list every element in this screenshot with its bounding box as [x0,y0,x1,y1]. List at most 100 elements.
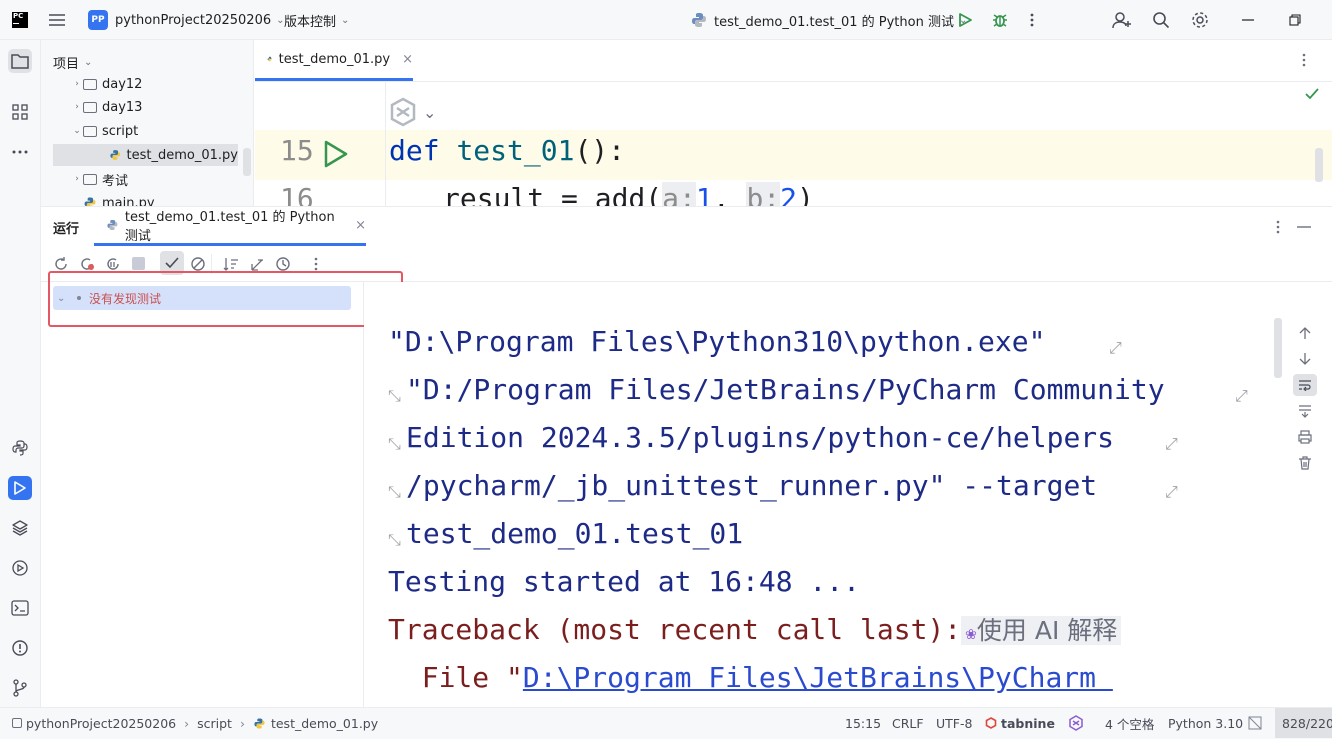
tree-item-main-py[interactable]: main.py [71,192,253,206]
file-link[interactable]: D:\Program Files\JetBrains\PyCharm [523,661,1113,694]
memory-indicator[interactable]: 828/2200 [1275,708,1332,738]
breadcrumb-item[interactable]: pythonProject20250206 [26,716,176,731]
ai-explain-button[interactable]: ❀使用 AI 解释 [961,616,1122,645]
highlight-box [48,271,403,327]
lock-icon[interactable] [1248,708,1262,738]
toggle-auto-test-icon[interactable] [105,256,121,272]
vcs-menu[interactable]: 版本控制 ⌄ [284,0,349,40]
minimize-panel-icon[interactable] [1297,226,1311,228]
project-folder-icon[interactable] [8,49,32,73]
rerun-icon[interactable] [53,256,69,272]
problems-icon[interactable] [8,636,32,660]
debug-button[interactable] [991,0,1009,40]
python-test-icon [692,13,706,27]
console-scrollbar[interactable] [1274,318,1282,378]
line-ending[interactable]: CRLF [892,708,924,738]
run-panel-header: 运行 test_demo_01.test_01 的 Python 测试 × [41,206,1332,246]
chevron-down-icon: ⌄ [84,57,93,68]
cursor-position[interactable]: 15:15 [845,708,881,738]
sort-alphabetically-icon[interactable] [223,256,239,272]
soft-wrap-icon: ⤡ [388,386,401,405]
trash-icon[interactable] [1298,456,1312,470]
run-gutter-icon[interactable] [323,140,349,168]
structure-icon[interactable] [8,100,32,124]
toolbar-more-icon[interactable] [313,256,319,272]
status-bar: pythonProject20250206 › script › test_de… [0,707,1332,739]
pycharm-logo-icon[interactable]: PC [12,0,28,40]
arrow-down-icon[interactable] [1298,352,1312,366]
python-file-icon [267,56,273,62]
project-panel-title[interactable]: 项目 ⌄ [53,53,92,72]
title-bar: PC PP pythonProject20250206 ⌄ 版本控制 ⌄ tes… [0,0,1332,40]
run-more-icon[interactable] [1275,219,1281,235]
editor-tab-bar: test_demo_01.py × [255,40,1332,82]
editor-more-icon[interactable] [1301,52,1307,68]
services-icon[interactable] [8,556,32,580]
stop-icon[interactable] [132,257,145,270]
code-line-15: def test_01(): [389,134,625,167]
tree-item-label: 考试 [102,173,129,189]
chevron-right-icon: › [75,102,79,112]
run-config-selector[interactable]: test_demo_01.test_01 的 Python 测试 ⌄ [690,0,967,40]
show-ignored-icon[interactable] [190,256,206,272]
console-line: File "D:\Program Files\JetBrains\PyCharm [388,661,1113,694]
soft-wrap-toggle-icon[interactable] [1293,374,1317,396]
restore-icon[interactable] [1289,0,1301,40]
print-icon[interactable] [1298,430,1312,444]
scroll-to-end-icon[interactable] [1298,404,1312,418]
close-icon[interactable]: × [402,52,413,67]
editor-tab-test-demo-01[interactable]: test_demo_01.py × [255,40,413,81]
project-switcher[interactable]: PP pythonProject20250206 ⌄ [88,0,285,40]
tree-item-script[interactable]: ⌄ script [71,120,253,142]
scrollbar[interactable] [243,148,251,176]
indent-setting[interactable]: 4 个空格 [1105,708,1154,738]
soft-wrap-icon: ⤢ [1165,482,1178,501]
more-actions-icon[interactable] [1029,0,1035,40]
python-console-icon[interactable] [8,436,32,460]
tree-item-day12[interactable]: › day12 [71,73,253,95]
breadcrumb-item[interactable]: test_demo_01.py [271,716,378,731]
sort-by-duration-icon[interactable] [249,256,265,272]
function-name: test_01 [456,134,575,167]
scrollbar[interactable] [1315,148,1323,182]
terminal-icon[interactable] [8,596,32,620]
run-tab[interactable]: test_demo_01.test_01 的 Python 测试 × [94,207,366,246]
project-panel: 项目 ⌄ › day12 › day13 ⌄ script test_demo_… [41,40,254,206]
console-line: Traceback (most recent call last): ❀使用 AI… [388,606,1122,654]
add-user-icon[interactable] [1112,0,1132,40]
python-interpreter[interactable]: Python 3.10 [1168,708,1243,738]
chevron-right-icon: › [75,174,79,184]
arrow-up-icon[interactable] [1298,326,1312,340]
ai-assistant-icon[interactable]: ⌄ [387,96,436,128]
gear-icon[interactable] [1191,0,1209,40]
minimize-icon[interactable] [1242,0,1254,40]
rerun-failed-icon[interactable] [79,256,95,272]
console-output[interactable]: "D:\Program Files\Python310\python.exe" … [364,282,1332,707]
run-tab-label: test_demo_01.test_01 的 Python 测试 [124,210,335,244]
chevron-down-icon: ⌄ [73,126,81,136]
layers-icon[interactable] [8,516,32,540]
tree-item-test-demo-01[interactable]: test_demo_01.py [53,144,238,166]
search-icon[interactable] [1152,0,1170,40]
main-menu-icon[interactable] [48,0,66,40]
run-button[interactable] [957,0,973,40]
history-icon[interactable] [275,256,291,272]
tabnine-widget[interactable]: tabnine [985,708,1055,738]
more-tools-icon[interactable] [8,140,32,164]
panel-title-label: 项目 [53,57,80,72]
run-tool-icon[interactable] [8,476,32,500]
tree-item-exam[interactable]: › 考试 [71,168,253,190]
code-line-16: result = add(a:1, b:2) [443,182,814,206]
folder-icon [83,173,97,185]
git-icon[interactable] [8,676,32,700]
tree-item-day13[interactable]: › day13 [71,96,253,118]
tree-item-label: script [102,123,139,139]
code-editor[interactable]: ⌄ 15 def test_01(): 16 result = add(a:1,… [255,82,1332,206]
punctuation: (): [574,134,626,167]
close-icon[interactable]: × [355,218,366,233]
param-hint: b: [746,182,781,206]
check-icon [1305,88,1319,100]
breadcrumb-item[interactable]: script [197,716,232,731]
ai-assistant-status-icon[interactable] [1068,708,1084,738]
file-encoding[interactable]: UTF-8 [936,708,972,738]
